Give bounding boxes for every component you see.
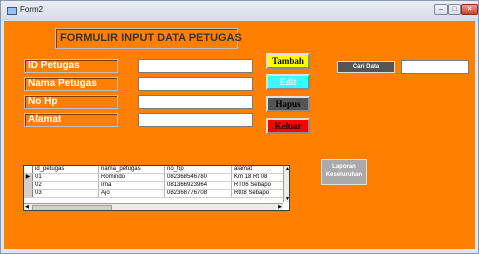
cell-nama-petugas[interactable]: Ajo	[98, 189, 165, 198]
cari-data-button[interactable]: Cari Data	[337, 61, 395, 73]
cell-id-petugas[interactable]: 03	[32, 189, 99, 198]
column-header-alamat[interactable]: alamat	[231, 166, 287, 174]
column-header-id-petugas[interactable]: id_petugas	[32, 166, 99, 174]
cell-id-petugas[interactable]: 02	[32, 181, 99, 190]
scroll-right-arrow-icon[interactable]: ▶	[278, 204, 282, 210]
scroll-left-arrow-icon[interactable]: ◀	[25, 204, 29, 210]
vertical-scrollbar[interactable]: ▲ ▼	[283, 166, 289, 202]
alamat-input[interactable]	[138, 113, 253, 127]
table-row[interactable]: ▶ 01 Romindo 082368546780 Km 18 Rt 08	[24, 173, 287, 182]
nama-petugas-input[interactable]	[138, 77, 253, 91]
cell-nama-petugas[interactable]: Romindo	[98, 173, 165, 182]
grid-table: id_petugas nama_petugas no_hp alamat ▶ 0…	[24, 166, 287, 198]
id-petugas-label-box: ID Petugas	[24, 59, 118, 73]
app-window-icon	[7, 7, 17, 15]
column-header-nama-petugas[interactable]: nama_petugas	[98, 166, 165, 174]
scroll-down-arrow-icon[interactable]: ▼	[284, 196, 289, 202]
close-button[interactable]: ×	[461, 4, 478, 15]
minimize-button[interactable]: –	[434, 4, 448, 15]
scroll-up-arrow-icon[interactable]: ▲	[284, 166, 289, 172]
no-hp-input[interactable]	[138, 95, 253, 109]
table-row[interactable]: 02 Irna 081366923964 RT06 Sebapo	[24, 181, 287, 190]
nama-petugas-label: Nama Petugas	[28, 78, 97, 89]
nama-petugas-label-box: Nama Petugas	[24, 77, 118, 91]
form-body: FORMULIR INPUT DATA PETUGAS ID Petugas N…	[4, 21, 475, 249]
form2-window: Form2 – □ × FORMULIR INPUT DATA PETUGAS …	[0, 0, 479, 254]
cell-alamat[interactable]: RT06 Sebapo	[231, 181, 287, 190]
hapus-button[interactable]: Hapus	[266, 96, 310, 112]
cell-no-hp[interactable]: 081366923964	[164, 181, 232, 190]
cell-alamat[interactable]: Rt08 Sebapo	[231, 189, 287, 198]
id-petugas-input[interactable]	[138, 59, 253, 73]
no-hp-label-box: No Hp	[24, 95, 118, 109]
column-header-no-hp[interactable]: no_hp	[164, 166, 232, 174]
alamat-label-box: Alamat	[24, 113, 118, 127]
page-title: FORMULIR INPUT DATA PETUGAS	[60, 32, 242, 44]
cell-no-hp[interactable]: 082368546780	[164, 173, 232, 182]
row-selector-icon[interactable]: ▶	[24, 173, 33, 182]
tambah-button[interactable]: Tambah	[266, 53, 310, 69]
alamat-label: Alamat	[28, 114, 62, 125]
grid-corner	[24, 166, 33, 174]
horizontal-scrollbar[interactable]: ◀ ▶	[24, 203, 283, 210]
no-hp-label: No Hp	[28, 96, 58, 107]
row-selector[interactable]	[24, 189, 33, 198]
cell-no-hp[interactable]: 082368776708	[164, 189, 232, 198]
cell-alamat[interactable]: Km 18 Rt 08	[231, 173, 287, 182]
keluar-button[interactable]: Keluar	[266, 118, 310, 134]
window-title: Form2	[20, 5, 44, 14]
title-bar[interactable]: Form2 – □ ×	[1, 1, 478, 21]
data-grid[interactable]: id_petugas nama_petugas no_hp alamat ▶ 0…	[23, 165, 290, 211]
cari-data-input[interactable]	[401, 60, 469, 74]
maximize-button[interactable]: □	[448, 4, 461, 15]
row-selector[interactable]	[24, 181, 33, 190]
laporan-keseluruhan-button[interactable]: Laporan Keseluruhan	[321, 159, 367, 185]
edit-button[interactable]: Edit	[266, 74, 310, 90]
table-row[interactable]: 03 Ajo 082368776708 Rt08 Sebapo	[24, 189, 287, 198]
id-petugas-label: ID Petugas	[28, 60, 80, 71]
cell-nama-petugas[interactable]: Irna	[98, 181, 165, 190]
cell-id-petugas[interactable]: 01	[32, 173, 99, 182]
horizontal-scroll-thumb[interactable]	[32, 205, 112, 210]
heading-frame: FORMULIR INPUT DATA PETUGAS	[55, 28, 242, 49]
grid-header-row: id_petugas nama_petugas no_hp alamat	[24, 166, 287, 174]
